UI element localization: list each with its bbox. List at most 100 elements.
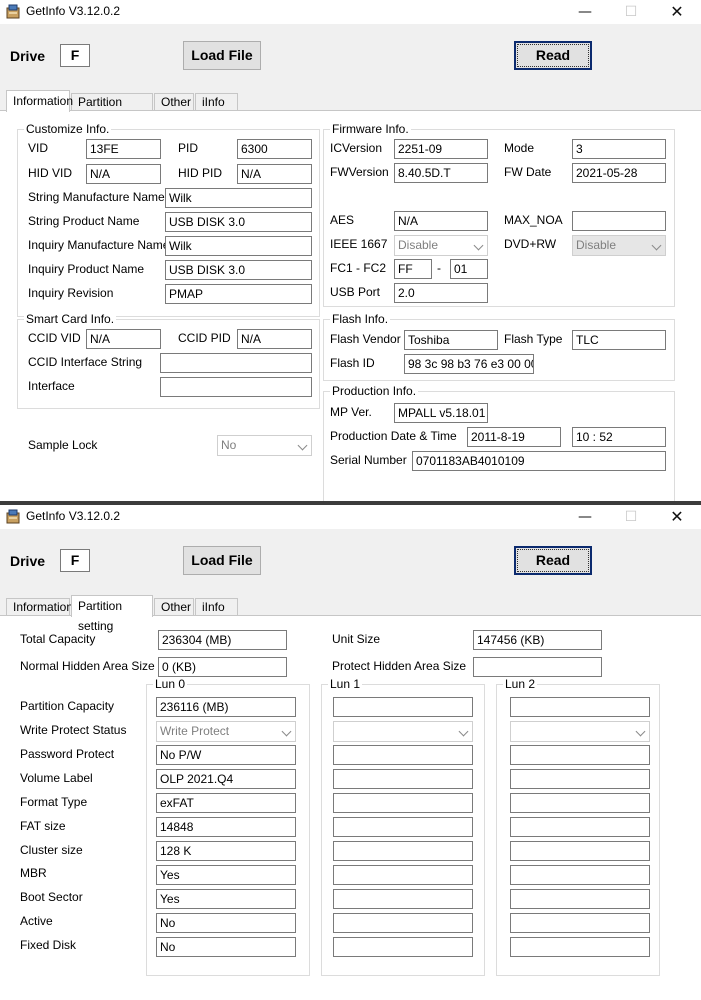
- protect-hidden-field[interactable]: [473, 657, 602, 677]
- inquiry-manufacture-field[interactable]: Wilk: [165, 236, 312, 256]
- lun-0-fat-size[interactable]: 14848: [156, 817, 296, 837]
- toolbar: Drive F Load File Read Information Parti…: [0, 24, 701, 126]
- lun-0-partition-capacity[interactable]: 236116 (MB): [156, 697, 296, 717]
- hid-vid-field[interactable]: N/A: [86, 164, 161, 184]
- maximize-button[interactable]: ☐: [608, 505, 654, 529]
- tab-information[interactable]: Information: [6, 90, 73, 112]
- lun-2-fixed-disk[interactable]: [510, 937, 650, 957]
- lun-1-volume-label[interactable]: [333, 769, 473, 789]
- aes-field[interactable]: N/A: [394, 211, 488, 231]
- maximize-button[interactable]: ☐: [608, 0, 654, 24]
- production-date-field[interactable]: 2011-8-19: [467, 427, 561, 447]
- lun-0-cluster-size[interactable]: 128 K: [156, 841, 296, 861]
- load-file-button[interactable]: Load File: [183, 546, 261, 575]
- lun-0-password-protect[interactable]: No P/W: [156, 745, 296, 765]
- lun-0-fixed-disk[interactable]: No: [156, 937, 296, 957]
- lun-0-format-type[interactable]: exFAT: [156, 793, 296, 813]
- flash-type-field[interactable]: TLC: [572, 330, 666, 350]
- close-button[interactable]: ✕: [654, 505, 700, 529]
- aes-label: AES: [330, 213, 355, 227]
- close-button[interactable]: ✕: [654, 0, 700, 24]
- lun-0-volume-label[interactable]: OLP 2021.Q4: [156, 769, 296, 789]
- tab-other[interactable]: Other: [154, 93, 194, 111]
- drive-input[interactable]: F: [60, 44, 90, 67]
- tab-iinfo[interactable]: iInfo: [195, 93, 238, 111]
- lun-2-cluster-size[interactable]: [510, 841, 650, 861]
- lun-2-volume-label[interactable]: [510, 769, 650, 789]
- drive-input[interactable]: F: [60, 549, 90, 572]
- flash-id-field[interactable]: 98 3c 98 b3 76 e3 00 00: [404, 354, 534, 374]
- production-time-field[interactable]: 10 : 52: [572, 427, 666, 447]
- tab-partition-setting[interactable]: Partition setting: [71, 93, 153, 126]
- sample-lock-select[interactable]: No: [217, 435, 312, 456]
- app-icon: [6, 509, 20, 524]
- lun-1-mbr[interactable]: [333, 865, 473, 885]
- lun-1-cluster-size[interactable]: [333, 841, 473, 861]
- load-file-button[interactable]: Load File: [183, 41, 261, 70]
- flash-vendor-field[interactable]: Toshiba: [404, 330, 498, 350]
- lun-2-mbr[interactable]: [510, 865, 650, 885]
- unit-size-field[interactable]: 147456 (KB): [473, 630, 602, 650]
- fc1-field[interactable]: FF: [394, 259, 432, 279]
- mode-field[interactable]: 3: [572, 139, 666, 159]
- lun-1-format-type[interactable]: [333, 793, 473, 813]
- lun-0-boot-sector[interactable]: Yes: [156, 889, 296, 909]
- read-button[interactable]: Read: [514, 546, 592, 575]
- lun-2-password-protect[interactable]: [510, 745, 650, 765]
- ccid-interface-field[interactable]: [160, 353, 312, 373]
- read-button[interactable]: Read: [514, 41, 592, 70]
- lun-1-write-protect-select[interactable]: [333, 721, 473, 742]
- inquiry-revision-field[interactable]: PMAP: [165, 284, 312, 304]
- fc2-field[interactable]: 01: [450, 259, 488, 279]
- minimize-button[interactable]: —: [562, 505, 608, 529]
- vid-field[interactable]: 13FE: [86, 139, 161, 159]
- lun-2-active[interactable]: [510, 913, 650, 933]
- fw-date-field[interactable]: 2021-05-28: [572, 163, 666, 183]
- serial-number-field[interactable]: 0701183AB4010109: [412, 451, 666, 471]
- fwversion-field[interactable]: 8.40.5D.T: [394, 163, 488, 183]
- tab-iinfo[interactable]: iInfo: [195, 598, 238, 616]
- pid-label: PID: [178, 141, 199, 155]
- string-product-field[interactable]: USB DISK 3.0: [165, 212, 312, 232]
- total-capacity-field[interactable]: 236304 (MB): [158, 630, 287, 650]
- lun-2-write-protect-select[interactable]: [510, 721, 650, 742]
- hid-pid-field[interactable]: N/A: [237, 164, 312, 184]
- fc-dash: -: [437, 261, 441, 275]
- lun-0-active[interactable]: No: [156, 913, 296, 933]
- normal-hidden-field[interactable]: 0 (KB): [158, 657, 287, 677]
- interface-field[interactable]: [160, 377, 312, 397]
- dvd-rw-value: Disable: [576, 238, 617, 252]
- pid-field[interactable]: 6300: [237, 139, 312, 159]
- max-noa-field[interactable]: [572, 211, 666, 231]
- dvd-rw-select[interactable]: Disable: [572, 235, 666, 256]
- ccid-pid-field[interactable]: N/A: [237, 329, 312, 349]
- lun-2-format-type[interactable]: [510, 793, 650, 813]
- mp-ver-field[interactable]: MPALL v5.18.01: [394, 403, 488, 423]
- write-protect-status-label: Write Protect Status: [20, 723, 127, 737]
- ieee-1667-select[interactable]: Disable: [394, 235, 488, 256]
- icversion-field[interactable]: 2251-09: [394, 139, 488, 159]
- lun-1-fat-size[interactable]: [333, 817, 473, 837]
- lun-1-fixed-disk[interactable]: [333, 937, 473, 957]
- tab-other[interactable]: Other: [154, 598, 194, 616]
- lun-2-fat-size[interactable]: [510, 817, 650, 837]
- tab-information[interactable]: Information: [6, 598, 73, 616]
- string-manufacture-field[interactable]: Wilk: [165, 188, 312, 208]
- lun-2-boot-sector[interactable]: [510, 889, 650, 909]
- lun-2-partition-capacity[interactable]: [510, 697, 650, 717]
- lun-1-boot-sector[interactable]: [333, 889, 473, 909]
- usb-port-field[interactable]: 2.0: [394, 283, 488, 303]
- ccid-vid-field[interactable]: N/A: [86, 329, 161, 349]
- lun-1-partition-capacity[interactable]: [333, 697, 473, 717]
- drive-label: Drive: [10, 48, 46, 64]
- lun-0-mbr[interactable]: Yes: [156, 865, 296, 885]
- minimize-button[interactable]: —: [562, 0, 608, 24]
- string-product-label: String Product Name: [28, 214, 140, 228]
- lun-0-write-protect-select[interactable]: Write Protect: [156, 721, 296, 742]
- flash-type-label: Flash Type: [504, 332, 563, 346]
- tab-partition-setting[interactable]: Partition setting: [71, 595, 153, 633]
- inquiry-product-field[interactable]: USB DISK 3.0: [165, 260, 312, 280]
- lun-1-active[interactable]: [333, 913, 473, 933]
- title-bar: GetInfo V3.12.0.2 — ☐ ✕: [0, 0, 701, 24]
- lun-1-password-protect[interactable]: [333, 745, 473, 765]
